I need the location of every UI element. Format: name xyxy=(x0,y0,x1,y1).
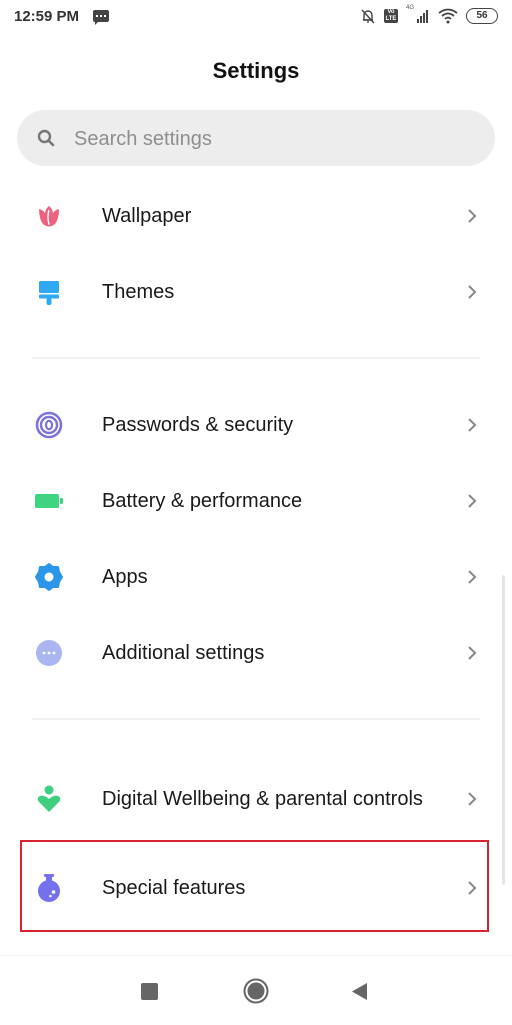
chevron-right-icon xyxy=(468,209,477,223)
settings-item-digital-wellbeing[interactable]: Digital Wellbeing & parental controls xyxy=(0,761,512,837)
chevron-right-icon xyxy=(468,646,477,660)
settings-item-apps[interactable]: Apps xyxy=(0,539,512,615)
chevron-right-icon xyxy=(468,570,477,584)
message-notification-icon xyxy=(93,10,109,25)
navigation-bar xyxy=(0,955,512,1025)
settings-item-battery-performance[interactable]: Battery & performance xyxy=(0,463,512,539)
search-input[interactable] xyxy=(72,110,476,168)
battery-level: 56 xyxy=(466,8,498,24)
settings-item-label: Battery & performance xyxy=(102,490,303,512)
bell-off-icon xyxy=(361,9,375,24)
volte-icon: Vo LTE xyxy=(384,9,398,23)
cell-signal-icon: 4G xyxy=(406,5,430,23)
highlight-box xyxy=(20,840,489,932)
more-dots-icon xyxy=(36,640,62,666)
tulip-icon xyxy=(39,206,59,227)
settings-item-wallpaper[interactable]: Wallpaper xyxy=(0,178,512,254)
scrollbar[interactable] xyxy=(502,575,505,885)
wifi-icon xyxy=(438,8,458,24)
settings-item-label: Passwords & security xyxy=(102,414,294,436)
settings-item-label: Digital Wellbeing & parental controls xyxy=(102,788,423,810)
page-title: Settings xyxy=(212,58,300,83)
section-divider xyxy=(32,357,480,359)
status-time: 12:59 PM xyxy=(14,8,80,25)
recents-button[interactable] xyxy=(141,983,158,1000)
fingerprint-icon xyxy=(35,411,63,439)
settings-item-label: Themes xyxy=(102,281,175,303)
chevron-right-icon xyxy=(468,494,477,508)
status-icons: Vo LTE 4G 56 xyxy=(360,5,498,26)
network-type-label: 4G xyxy=(406,5,415,11)
settings-item-additional-settings[interactable]: Additional settings xyxy=(0,615,512,691)
section-divider xyxy=(32,718,480,720)
settings-item-label: Additional settings xyxy=(102,642,265,664)
settings-item-label: Apps xyxy=(102,566,148,588)
chevron-right-icon xyxy=(468,285,477,299)
paintbrush-icon xyxy=(39,281,59,305)
search-bar[interactable] xyxy=(17,110,495,168)
battery-icon xyxy=(35,494,63,508)
chevron-right-icon xyxy=(468,418,477,432)
gear-icon xyxy=(35,563,63,591)
settings-item-themes[interactable]: Themes xyxy=(0,254,512,330)
wellbeing-heart-icon xyxy=(37,785,61,812)
status-bar: 12:59 PM Vo LTE 4G 56 xyxy=(0,0,512,36)
back-button[interactable] xyxy=(351,982,368,1001)
search-icon xyxy=(37,129,55,147)
chevron-right-icon xyxy=(468,792,477,806)
home-button[interactable] xyxy=(243,978,269,1004)
settings-item-passwords-security[interactable]: Passwords & security xyxy=(0,387,512,463)
settings-item-label: Wallpaper xyxy=(102,205,192,227)
